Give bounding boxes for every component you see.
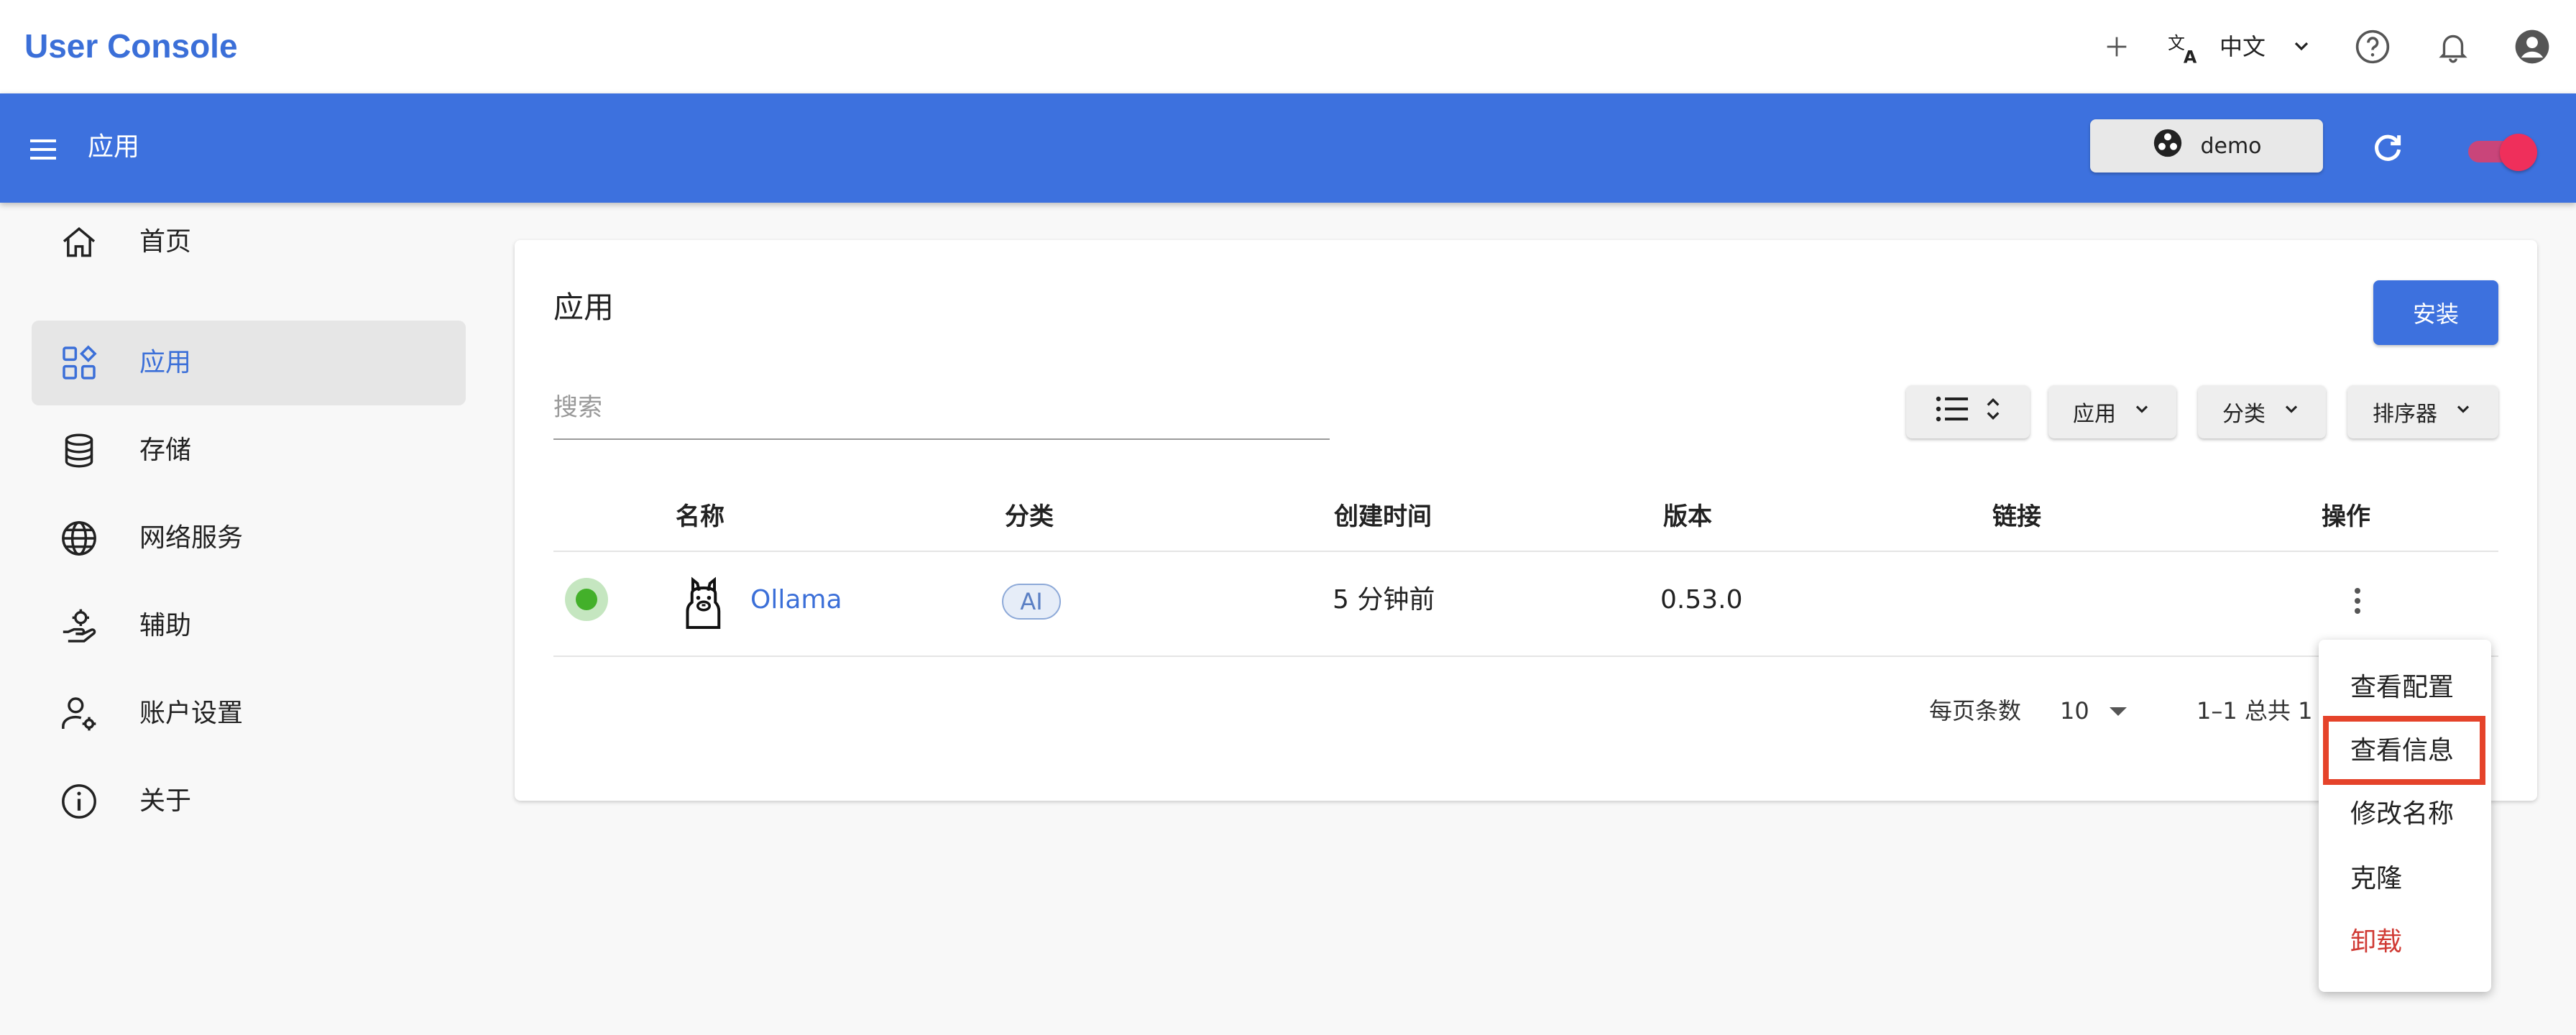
language-label[interactable]: 中文	[2220, 29, 2266, 65]
menu-icon[interactable]	[23, 129, 63, 170]
translate-icon[interactable]: 文A	[2163, 26, 2207, 69]
apps-card: 应用 安装 搜索 应用 分类 排序器 名称 分类 创建时间 版本 链接 操作 O…	[515, 240, 2537, 801]
sidebar-item-about[interactable]: 关于	[32, 759, 466, 844]
header-divider	[553, 551, 2498, 552]
database-icon	[59, 431, 99, 471]
category-filter-button[interactable]: 分类	[2198, 385, 2326, 438]
row-divider	[553, 656, 2498, 657]
column-header-created[interactable]: 创建时间	[1334, 499, 1432, 535]
namespace-icon	[2151, 126, 2184, 165]
theme-toggle[interactable]	[2464, 132, 2537, 171]
chevron-down-icon	[2132, 399, 2152, 425]
chevron-down-icon[interactable]	[2287, 32, 2316, 60]
app-name-link[interactable]: Ollama	[750, 582, 842, 618]
apps-icon	[59, 343, 99, 383]
sidebar-item-label: 应用	[139, 348, 192, 377]
status-indicator	[565, 578, 608, 621]
category-chip: AI	[1002, 584, 1061, 620]
sidebar-item-label: 辅助	[139, 611, 192, 640]
page-title: 应用	[553, 290, 615, 325]
menu-item-rename[interactable]: 修改名称	[2350, 796, 2454, 832]
unfold-icon	[1985, 395, 2001, 429]
sidebar-item-apps[interactable]: 应用	[32, 321, 466, 405]
top-bar: User Console 文A 中文	[0, 0, 2576, 93]
column-header-link[interactable]: 链接	[1992, 499, 2041, 535]
pagination-range: 1–1 总共 1	[2196, 697, 2313, 724]
sidebar-item-helper[interactable]: 辅助	[32, 584, 466, 668]
llama-icon	[678, 574, 729, 631]
account-icon[interactable]	[2510, 24, 2554, 69]
home-icon	[59, 222, 99, 262]
search-input[interactable]: 搜索	[553, 381, 1330, 440]
sidebar: 首页 应用 存储 网络服务 辅助 账户设置 关于	[0, 203, 489, 1035]
svg-text:A: A	[2184, 47, 2197, 66]
column-header-category[interactable]: 分类	[1005, 499, 1054, 535]
app-filter-label: 应用	[2073, 402, 2116, 427]
brand-title[interactable]: User Console	[24, 24, 238, 68]
created-time-cell: 5 分钟前	[1333, 585, 1435, 615]
highlight-box	[2323, 716, 2485, 785]
menu-item-view-config[interactable]: 查看配置	[2350, 670, 2454, 706]
sidebar-item-network[interactable]: 网络服务	[32, 496, 466, 581]
more-vert-icon[interactable]	[2337, 581, 2378, 621]
sidebar-item-label: 存储	[139, 436, 192, 465]
app-filter-button[interactable]: 应用	[2048, 385, 2176, 438]
status-dot	[576, 589, 597, 610]
column-header-version[interactable]: 版本	[1663, 499, 1712, 535]
sidebar-item-label: 网络服务	[139, 523, 244, 553]
arrow-drop-down-icon	[2108, 693, 2128, 729]
plus-icon[interactable]	[2099, 29, 2135, 65]
menu-item-clone[interactable]: 克隆	[2350, 861, 2402, 897]
sorter-button[interactable]: 排序器	[2347, 385, 2498, 438]
list-icon	[1935, 395, 1969, 429]
chevron-down-icon	[2453, 399, 2473, 425]
sidebar-item-label: 账户设置	[139, 699, 244, 728]
per-page-value: 10	[2060, 697, 2089, 724]
sidebar-item-label: 首页	[139, 227, 192, 257]
help-icon[interactable]	[2352, 26, 2393, 68]
row-actions-menu: 查看配置 查看信息 修改名称 克隆 卸载	[2319, 640, 2491, 992]
app-bar: 应用 demo	[0, 93, 2576, 203]
info-icon	[59, 781, 99, 822]
version-cell: 0.53.0	[1660, 585, 1743, 615]
svg-text:文: 文	[2168, 33, 2185, 53]
sorter-label: 排序器	[2373, 402, 2437, 427]
view-toggle-button[interactable]	[1906, 385, 2030, 438]
refresh-icon[interactable]	[2366, 126, 2409, 170]
menu-item-uninstall[interactable]: 卸载	[2350, 924, 2402, 960]
toggle-thumb	[2500, 134, 2537, 171]
bell-icon[interactable]	[2432, 26, 2474, 68]
sidebar-item-home[interactable]: 首页	[32, 200, 466, 285]
namespace-selector[interactable]: demo	[2090, 119, 2323, 172]
sidebar-item-storage[interactable]: 存储	[32, 408, 466, 493]
user-gear-icon	[59, 694, 99, 734]
category-filter-label: 分类	[2222, 402, 2266, 427]
namespace-label: demo	[2200, 133, 2262, 159]
globe-icon	[59, 518, 99, 558]
per-page-label: 每页条数	[1929, 697, 2022, 724]
app-bar-title: 应用	[88, 132, 140, 162]
sidebar-item-account[interactable]: 账户设置	[32, 671, 466, 756]
per-page-select[interactable]: 10	[2060, 693, 2128, 729]
install-button[interactable]: 安装	[2373, 280, 2498, 345]
sidebar-item-label: 关于	[139, 786, 192, 816]
column-header-name[interactable]: 名称	[676, 499, 724, 535]
search-placeholder: 搜索	[553, 393, 602, 422]
chevron-down-icon	[2281, 399, 2301, 425]
hand-gear-icon	[59, 606, 99, 646]
column-header-actions: 操作	[2322, 502, 2370, 531]
